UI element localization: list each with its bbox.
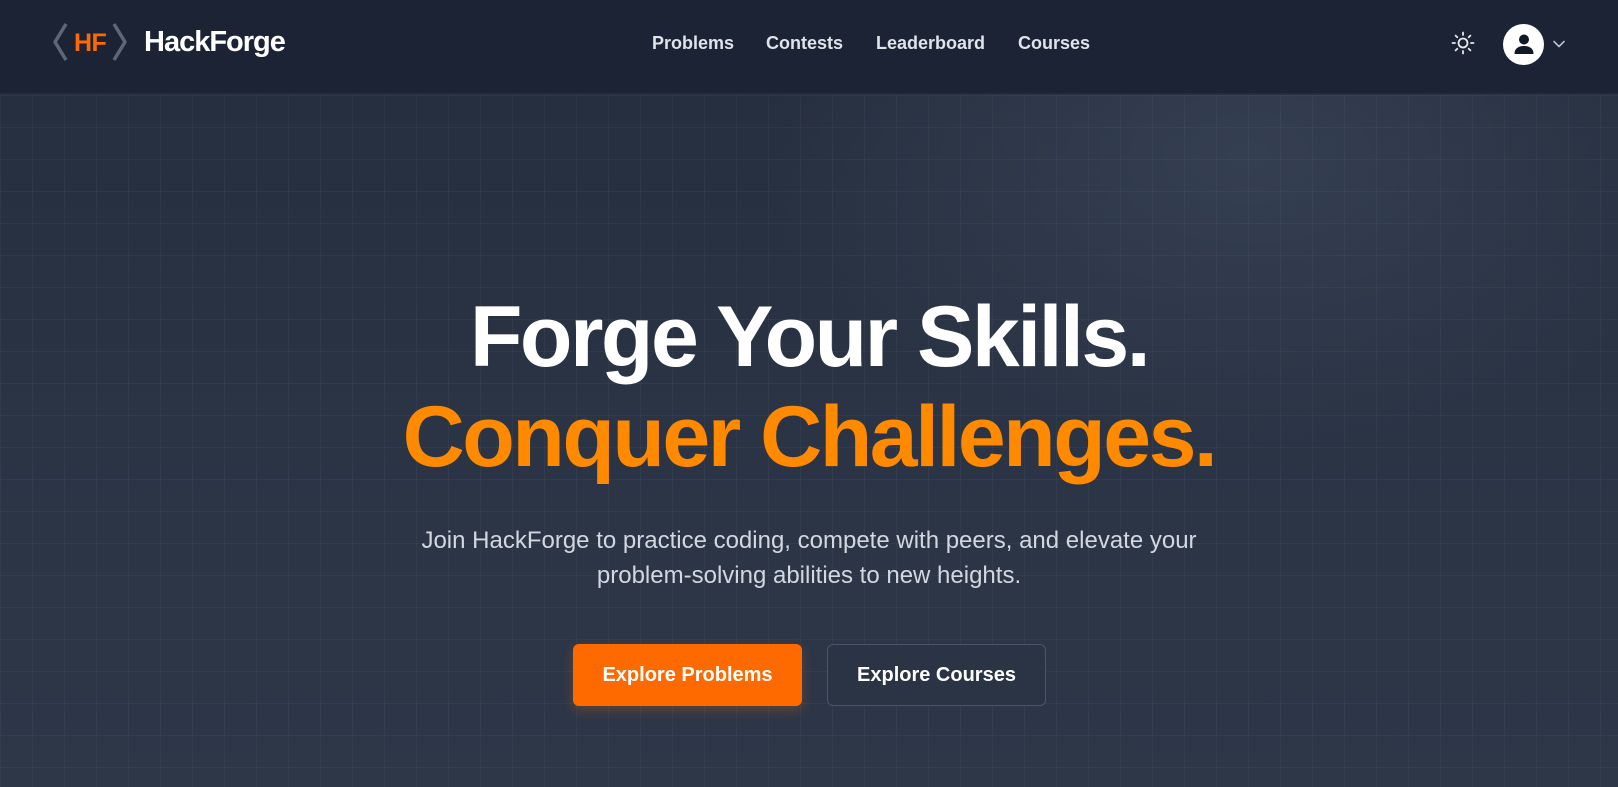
theme-toggle-button[interactable] <box>1450 30 1476 56</box>
brand-logo-link[interactable]: HF HackForge <box>52 18 286 66</box>
logo-mark: HF <box>52 18 132 66</box>
hero-subtext: Join HackForge to practice coding, compe… <box>421 527 1197 589</box>
nav-link-contests[interactable]: Contests <box>766 33 843 54</box>
hero-headline-primary: Forge Your Skills. <box>469 289 1151 385</box>
hero-section: Forge Your Skills. Conquer Challenges. J… <box>0 95 1618 787</box>
avatar[interactable] <box>1503 23 1544 65</box>
explore-problems-button[interactable]: Explore Problems <box>573 644 802 706</box>
explore-courses-button[interactable]: Explore Courses <box>827 644 1046 706</box>
nav-link-leaderboard[interactable]: Leaderboard <box>876 33 985 54</box>
hero-headline-accent: Conquer Challenges. <box>402 389 1218 485</box>
nav-link-problems[interactable]: Problems <box>652 33 734 54</box>
chevron-down-icon[interactable] <box>1552 39 1566 49</box>
user-menu-button[interactable] <box>1503 23 1566 65</box>
logo-initials: HF <box>74 29 107 57</box>
sun-icon <box>1451 31 1475 55</box>
nav-link-courses[interactable]: Courses <box>1018 33 1090 54</box>
top-navbar: HF HackForge Problems Contests Leaderboa… <box>0 0 1618 94</box>
brand-name: HackForge <box>144 25 286 58</box>
user-icon <box>1514 34 1533 54</box>
